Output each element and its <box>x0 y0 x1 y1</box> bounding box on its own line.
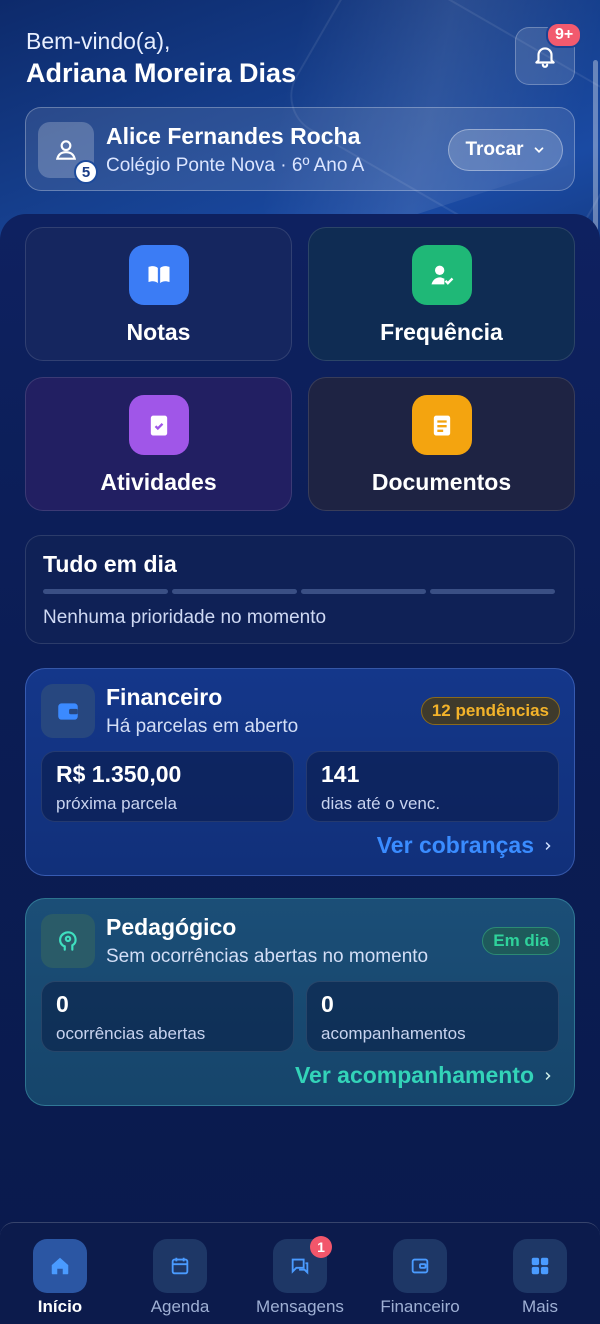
link-label: Ver cobranças <box>376 832 534 858</box>
home-icon <box>33 1239 87 1293</box>
pedagogico-subtitle: Sem ocorrências abertas no momento <box>106 946 429 967</box>
metric-label: ocorrências abertas <box>56 1024 206 1043</box>
tile-atividades[interactable]: Atividades <box>25 377 292 511</box>
status-card: Tudo em dia Nenhuma prioridade no moment… <box>25 535 575 644</box>
metric-card: R$ 1.350,00 próxima parcela <box>41 751 294 822</box>
tile-label: Documentos <box>371 469 512 495</box>
wallet-icon <box>393 1239 447 1293</box>
nav-item-mensagens[interactable]: Mensagens <box>240 1223 360 1324</box>
metric-label: próxima parcela <box>56 794 177 813</box>
metric-card: 0 acompanhamentos <box>306 981 559 1052</box>
student-card: 5 Alice Fernandes Rocha Colégio Ponte No… <box>25 107 575 191</box>
status-subtitle: Nenhuma prioridade no momento <box>43 607 327 628</box>
nav-label: Início <box>37 1297 83 1316</box>
brain-icon <box>41 914 95 968</box>
financeiro-subtitle: Há parcelas em aberto <box>106 716 299 737</box>
nav-label: Agenda <box>150 1297 210 1316</box>
tile-documentos[interactable]: Documentos <box>308 377 575 511</box>
chevron-right-icon <box>545 1071 551 1080</box>
metric-label: acompanhamentos <box>321 1024 466 1043</box>
em-dia-badge: Em dia <box>482 927 560 955</box>
calendar-icon <box>153 1239 207 1293</box>
switch-student-button[interactable]: Trocar <box>448 129 563 171</box>
progress-segment <box>301 589 426 594</box>
link-label: Ver acompanhamento <box>294 1062 534 1088</box>
metric-value: 0 <box>321 991 334 1017</box>
metric-label: dias até o venc. <box>321 794 441 813</box>
clipboard-check-icon <box>129 395 189 455</box>
pedagogico-title: Pedagógico <box>106 914 237 940</box>
nav-label: Mais <box>522 1297 558 1316</box>
messages-badge: 1 <box>310 1236 332 1258</box>
chevron-down-icon <box>534 147 543 153</box>
user-check-icon <box>412 245 472 305</box>
nav-item-financeiro[interactable]: Financeiro <box>360 1223 480 1324</box>
notifications-badge: 9+ <box>546 22 583 48</box>
wallet-icon <box>41 684 95 738</box>
nav-item-mais[interactable]: Mais <box>480 1223 600 1324</box>
student-name: Alice Fernandes Rocha <box>106 123 361 149</box>
metric-value: R$ 1.350,00 <box>56 761 182 787</box>
progress-segment <box>430 589 555 594</box>
metric-card: 141 dias até o venc. <box>306 751 559 822</box>
document-icon <box>412 395 472 455</box>
tile-frequencia[interactable]: Frequência <box>308 227 575 361</box>
financeiro-card: Financeiro Há parcelas em aberto 12 pend… <box>25 668 575 876</box>
nav-item-agenda[interactable]: Agenda <box>120 1223 240 1324</box>
book-icon <box>129 245 189 305</box>
metric-value: 141 <box>321 761 360 787</box>
bottom-nav: Início Agenda Mensagens Financeiro Mais <box>0 1222 600 1324</box>
ver-cobrancas-link[interactable]: Ver cobranças <box>377 832 554 859</box>
switch-label: Trocar <box>465 139 524 160</box>
grid-icon <box>513 1239 567 1293</box>
ver-acompanhamento-link[interactable]: Ver acompanhamento <box>295 1062 554 1089</box>
metric-card: 0 ocorrências abertas <box>41 981 294 1052</box>
user-name: Adriana Moreira Dias <box>26 58 297 88</box>
tile-label: Notas <box>126 319 191 345</box>
tile-label: Frequência <box>380 319 503 345</box>
metric-value: 0 <box>56 991 69 1017</box>
status-title: Tudo em dia <box>43 551 177 577</box>
student-school: Colégio Ponte Nova · 6º Ano A <box>106 155 365 176</box>
nav-label: Financeiro <box>380 1297 460 1316</box>
progress-segment <box>43 589 168 594</box>
nav-label: Mensagens <box>256 1297 344 1316</box>
tile-notas[interactable]: Notas <box>25 227 292 361</box>
user-icon <box>55 140 77 160</box>
progress-segment <box>172 589 297 594</box>
welcome-text: Bem-vindo(a), <box>26 28 171 54</box>
pendencias-badge: 12 pendências <box>420 697 560 725</box>
nav-item-inicio[interactable]: Início <box>0 1223 120 1324</box>
pedagogico-card: Pedagógico Sem ocorrências abertas no mo… <box>25 898 575 1106</box>
financeiro-title: Financeiro <box>106 684 223 710</box>
chevron-right-icon <box>545 841 551 850</box>
tile-label: Atividades <box>100 469 217 495</box>
student-count-badge: 5 <box>74 160 98 184</box>
